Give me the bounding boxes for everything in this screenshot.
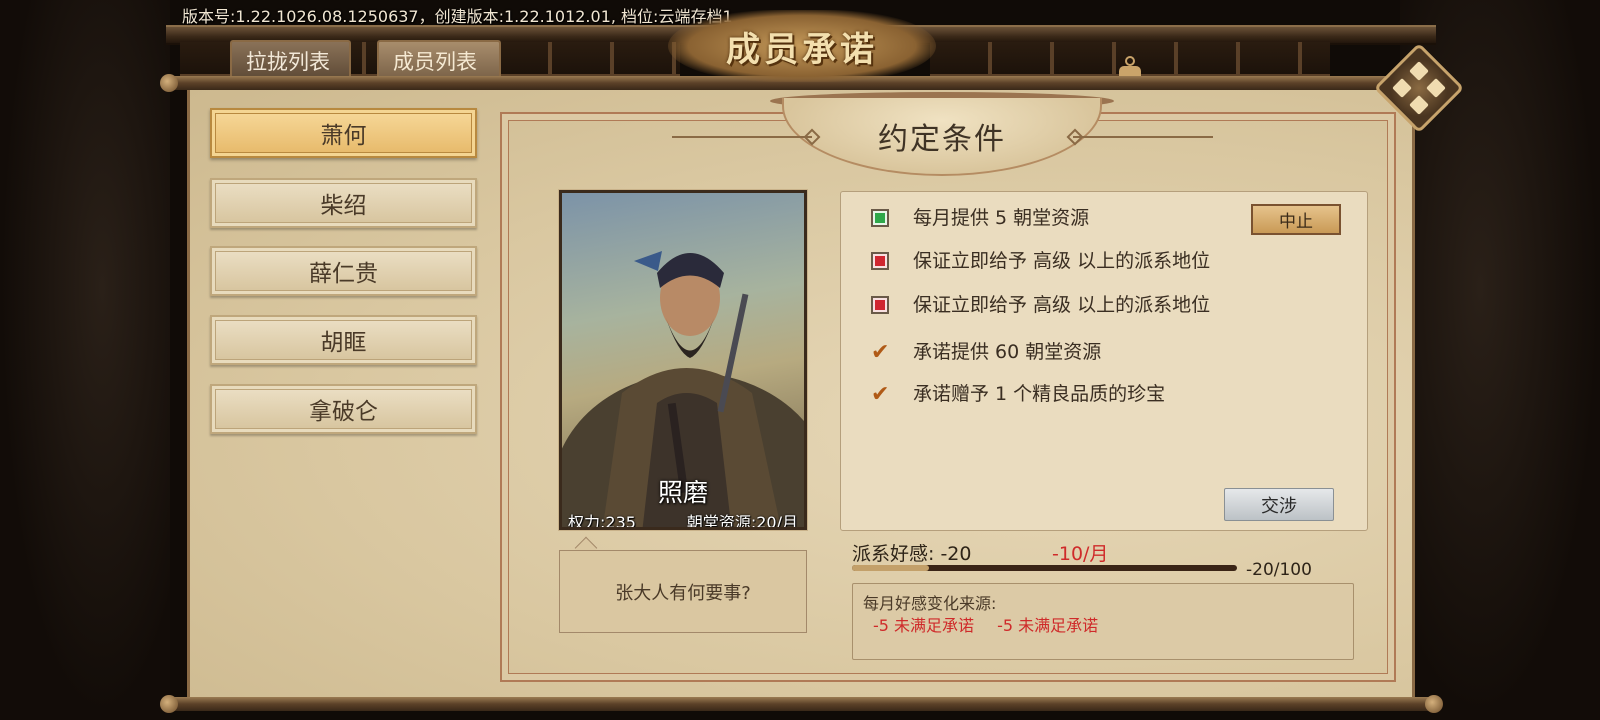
member-name: 萧何 [320, 123, 367, 149]
condition-text-1: 保证立即给予 高级 以上的派系地位 [913, 250, 1211, 272]
checkmark-icon: ✔ [871, 340, 890, 365]
character-portrait: 照磨 权力:235 朝堂资源:20/月 [559, 190, 807, 530]
panel-title: 约定条件 [878, 122, 1006, 157]
favor-sources-box: 每月好感变化来源: -5 未满足承诺 -5 未满足承诺 [852, 583, 1354, 660]
member-name: 胡眶 [320, 330, 367, 356]
member-name: 柴绍 [320, 193, 367, 219]
member-item-4[interactable]: 拿破仑 [210, 384, 477, 434]
status-red-icon [871, 296, 889, 314]
favor-progress-fill [852, 565, 929, 571]
condition-text-3: 承诺提供 60 朝堂资源 [913, 341, 1102, 363]
condition-text-4: 承诺赠予 1 个精良品质的珍宝 [913, 383, 1166, 405]
background-left [0, 0, 170, 720]
rod-cap-left [160, 74, 178, 92]
flourish-left [672, 136, 812, 138]
scroll-rod-bottom [166, 697, 1436, 711]
conditions-list: 每月提供 5 朝堂资源 保证立即给予 高级 以上的派系地位 保证立即给予 高级 … [840, 191, 1368, 531]
character-resource: 朝堂资源:20/月 [686, 513, 798, 530]
page-title: 成员承诺 [726, 29, 878, 70]
title-emblem: 成员承诺 [668, 10, 936, 82]
member-item-0[interactable]: 萧何 [210, 108, 477, 158]
hanging-hook-icon [1119, 56, 1141, 78]
stop-button[interactable]: 中止 [1251, 204, 1341, 235]
character-name: 照磨 [657, 478, 708, 507]
status-green-icon [871, 209, 889, 227]
condition-text-2: 保证立即给予 高级 以上的派系地位 [913, 294, 1211, 316]
negotiate-button[interactable]: 交涉 [1224, 488, 1334, 521]
member-item-3[interactable]: 胡眶 [210, 315, 477, 365]
flourish-right [1073, 136, 1213, 138]
faction-favor-label: 派系好感: -20 [852, 543, 972, 565]
checkmark-icon: ✔ [871, 382, 890, 407]
speech-bubble: 张大人有何要事? [559, 550, 807, 633]
sources-title: 每月好感变化来源: [863, 594, 997, 613]
tab-recruit-list[interactable]: 拉拢列表 [230, 40, 351, 79]
rod-cap-right [1425, 695, 1443, 713]
member-name: 拿破仑 [309, 399, 378, 425]
rod-cap-left [160, 695, 178, 713]
condition-text-0: 每月提供 5 朝堂资源 [913, 207, 1090, 229]
favor-progress-bar [852, 565, 1237, 571]
member-name: 薛仁贵 [309, 261, 378, 287]
character-power: 权力:235 [568, 513, 636, 530]
member-item-2[interactable]: 薛仁贵 [210, 246, 477, 296]
favor-total: -20/100 [1246, 560, 1312, 580]
tab-member-list[interactable]: 成员列表 [377, 40, 501, 79]
source-item: -5 未满足承诺 [873, 616, 975, 635]
sources-items: -5 未满足承诺 -5 未满足承诺 [873, 612, 1116, 636]
source-item: -5 未满足承诺 [997, 616, 1099, 635]
status-red-icon [871, 252, 889, 270]
favor-monthly-change: -10/月 [1052, 543, 1109, 565]
member-item-1[interactable]: 柴绍 [210, 178, 477, 228]
version-info: 版本号:1.22.1026.08.1250637，创建版本:1.22.1012.… [182, 7, 733, 26]
